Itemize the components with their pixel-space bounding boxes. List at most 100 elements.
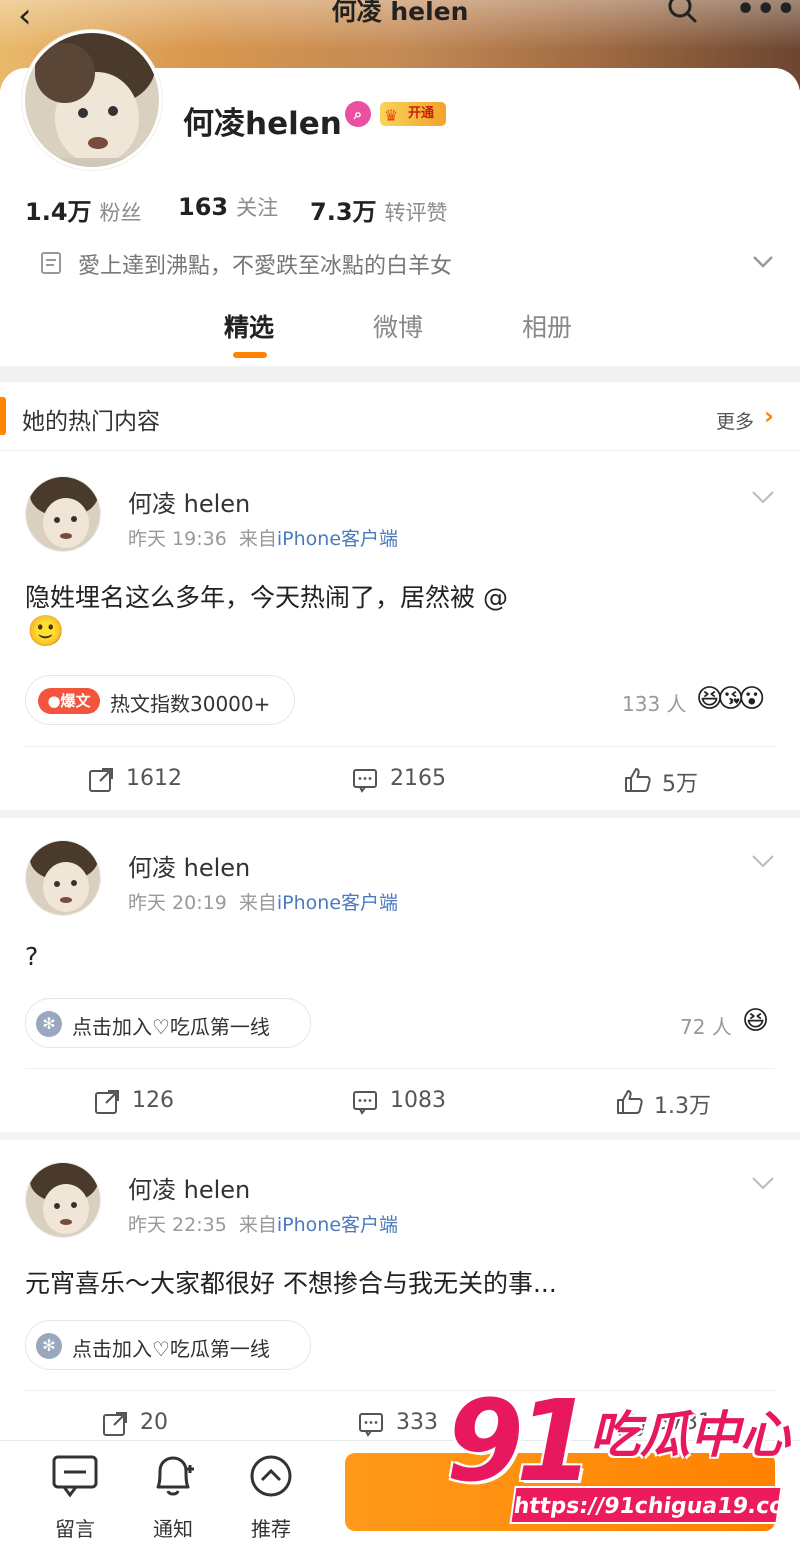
- repost-count: 126: [132, 1088, 174, 1113]
- post-from: 来自: [238, 892, 277, 914]
- reaction-emoji-icon: 😆😘😮: [696, 684, 765, 714]
- stat-value: 1.4万: [25, 198, 92, 226]
- stat-engagement[interactable]: 7.3万 转评赞: [310, 192, 448, 227]
- join-group-pill[interactable]: ✻ 点击加入♡吃瓜第一线: [25, 1320, 311, 1370]
- divider: [25, 746, 775, 747]
- tab-album[interactable]: 相册: [522, 308, 572, 344]
- more-dots-icon[interactable]: •••: [736, 0, 797, 27]
- comment-icon: [353, 1091, 377, 1115]
- stat-followers[interactable]: 1.4万 粉丝: [25, 192, 142, 227]
- watermark-url: https://91chigua19.com: [509, 1486, 800, 1524]
- avatar[interactable]: [22, 30, 162, 170]
- comment-icon: [353, 769, 377, 793]
- bell-plus-icon: [156, 1456, 194, 1496]
- crown-icon: ♛: [384, 106, 399, 125]
- nav-recommend[interactable]: 推荐: [236, 1453, 306, 1541]
- repost-count: 1612: [126, 766, 182, 791]
- stat-value: 7.3万: [310, 198, 377, 226]
- repost-count: 20: [140, 1410, 168, 1435]
- comment-count: 333: [396, 1410, 438, 1435]
- profile-name: 何凌helen: [183, 106, 342, 142]
- profile-page: ‹ 何凌 helen ••• 何凌helen ⌕ ♛ 开通 1.4万 粉丝 163…: [0, 0, 800, 1546]
- verified-icon: ⌕: [345, 101, 371, 127]
- top-bar: ‹ 何凌 helen •••: [0, 0, 800, 40]
- join-group-label: 点击加入♡吃瓜第一线: [72, 1015, 270, 1039]
- post-from: 来自: [238, 528, 277, 550]
- fire-icon: ●: [47, 692, 61, 710]
- divider: [25, 1068, 775, 1069]
- post-text[interactable]: ?: [25, 942, 38, 971]
- group-icon: ✻: [36, 1333, 62, 1359]
- post-separator: [0, 1132, 800, 1140]
- chevron-right-icon[interactable]: ›: [764, 402, 774, 430]
- nav-notify[interactable]: 通知: [138, 1453, 208, 1541]
- join-group-pill[interactable]: ✻ 点击加入♡吃瓜第一线: [25, 998, 311, 1048]
- up-circle-icon: [250, 1455, 292, 1497]
- tab-weibo[interactable]: 微博: [373, 308, 423, 344]
- post-source[interactable]: iPhone客户端: [277, 528, 398, 550]
- repost-icon: [89, 768, 113, 792]
- thumbs-up-icon: [617, 1090, 643, 1114]
- nav-notify-label: 通知: [153, 1517, 193, 1541]
- message-icon: [52, 1455, 98, 1498]
- post-meta: 昨天 19:36 来自iPhone客户端: [128, 524, 398, 551]
- tab-featured[interactable]: 精选: [224, 308, 274, 344]
- reaction-count: 133 人: [622, 692, 687, 716]
- stat-following[interactable]: 163 关注: [178, 192, 278, 222]
- post-author[interactable]: 何凌 helen: [128, 848, 250, 883]
- post-author[interactable]: 何凌 helen: [128, 484, 250, 519]
- like-count: 1.3万: [654, 1094, 711, 1119]
- post-from: 来自: [238, 1214, 277, 1236]
- group-icon: ✻: [36, 1011, 62, 1037]
- comment-icon: [359, 1413, 383, 1437]
- chevron-down-icon[interactable]: [750, 1172, 776, 1194]
- search-icon[interactable]: [666, 0, 698, 24]
- watermark-number: 91: [446, 1377, 594, 1507]
- hot-index-pill[interactable]: ●爆文 热文指数30000+: [25, 675, 295, 725]
- vip-badge[interactable]: ♛ 开通: [380, 102, 446, 126]
- laugh-emoji-icon: 😆: [742, 1006, 770, 1036]
- nav-message[interactable]: 留言: [40, 1453, 110, 1541]
- vip-badge-label: 开通: [408, 106, 435, 121]
- stat-label: 粉丝: [99, 201, 142, 225]
- post-separator: [0, 810, 800, 818]
- post-meta: 昨天 22:35 来自iPhone客户端: [128, 1210, 398, 1237]
- post-time: 昨天 20:19: [128, 892, 227, 914]
- thumbs-up-icon: [625, 768, 651, 792]
- divider: [0, 450, 800, 451]
- comment-count: 1083: [390, 1088, 446, 1113]
- post-text[interactable]: 元宵喜乐～大家都很好 不想掺合与我无关的事...: [25, 1264, 557, 1300]
- hot-index-label: 热文指数30000+: [110, 692, 271, 716]
- watermark-text: 吃瓜中心: [590, 1406, 790, 1464]
- repost-icon: [95, 1090, 119, 1114]
- chevron-down-icon[interactable]: [750, 486, 776, 508]
- comment-count: 2165: [390, 766, 446, 791]
- post-source[interactable]: iPhone客户端: [277, 892, 398, 914]
- hot-tag: ●爆文: [38, 688, 100, 714]
- active-tab-indicator: [233, 352, 267, 358]
- nav-message-label: 留言: [55, 1517, 95, 1541]
- post-source[interactable]: iPhone客户端: [277, 1214, 398, 1236]
- post-text[interactable]: 隐姓埋名这么多年，今天热闹了，居然被 @: [25, 578, 508, 614]
- stat-label: 转评赞: [384, 201, 448, 225]
- chevron-down-icon[interactable]: [750, 248, 776, 274]
- stat-label: 关注: [236, 196, 279, 220]
- post-avatar[interactable]: [25, 840, 101, 916]
- stat-value: 163: [178, 193, 229, 221]
- document-icon: [41, 252, 61, 274]
- hot-tag-label: 爆文: [60, 692, 91, 710]
- hot-content-title: 她的热门内容: [22, 409, 160, 435]
- section-divider: [0, 366, 800, 382]
- post-author[interactable]: 何凌 helen: [128, 1170, 250, 1205]
- post-avatar[interactable]: [25, 1162, 101, 1238]
- post-time: 昨天 19:36: [128, 528, 227, 550]
- section-accent-bar: [0, 397, 6, 435]
- join-group-label: 点击加入♡吃瓜第一线: [72, 1337, 270, 1361]
- divider: [25, 1390, 775, 1391]
- reaction-count: 72 人: [680, 1015, 732, 1039]
- post-avatar[interactable]: [25, 476, 101, 552]
- profile-bio: 愛上達到沸點，不愛跌至冰點的白羊女: [78, 254, 453, 279]
- post-meta: 昨天 20:19 来自iPhone客户端: [128, 888, 398, 915]
- more-link[interactable]: 更多: [716, 407, 754, 434]
- chevron-down-icon[interactable]: [750, 850, 776, 872]
